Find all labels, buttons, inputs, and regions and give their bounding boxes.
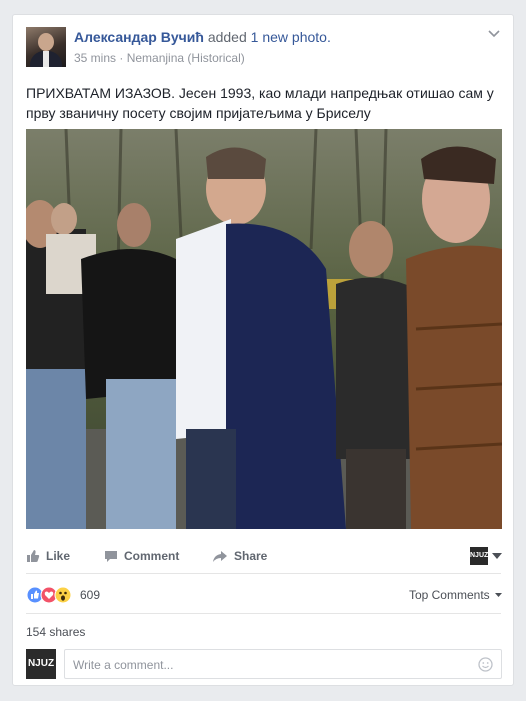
comment-box[interactable]: [64, 649, 502, 679]
wow-reaction-icon: [54, 586, 72, 604]
post-action-text: added: [203, 29, 251, 45]
thumbs-up-icon: [27, 550, 40, 562]
author-name-link[interactable]: Александар Вучић: [74, 29, 204, 45]
post-timestamp[interactable]: 35 mins: [74, 51, 116, 65]
comment-button[interactable]: Comment: [104, 549, 179, 563]
post-title-line: Александар Вучић added 1 new photo.: [74, 29, 331, 45]
post-text: ПРИХВАТАМ ИЗАЗОВ. Јесен 1993, као млади …: [26, 85, 494, 121]
new-photo-link[interactable]: 1 new photo.: [251, 29, 331, 45]
commenter-avatar[interactable]: NJUZ: [26, 649, 56, 679]
like-button[interactable]: Like: [26, 549, 70, 563]
comment-composer: NJUZ: [26, 649, 502, 679]
meta-separator: ·: [116, 51, 127, 65]
top-comments-label: Top Comments: [408, 588, 490, 602]
reaction-count[interactable]: 609: [80, 588, 100, 602]
post-location[interactable]: Nemanjina (Historical): [127, 51, 245, 65]
post-card: Александар Вучић added 1 new photo. 35 m…: [12, 14, 514, 686]
chevron-down-icon[interactable]: [487, 29, 501, 39]
shares-count[interactable]: 154 shares: [26, 625, 85, 639]
comment-icon: [105, 550, 117, 562]
share-button[interactable]: Share: [212, 549, 267, 563]
comment-input[interactable]: [71, 656, 455, 674]
caret-down-icon: [495, 593, 502, 598]
page-identity-selector[interactable]: NJUZ: [470, 547, 502, 565]
share-arrow-icon: [213, 550, 227, 562]
reaction-icons[interactable]: [26, 586, 78, 604]
actions-divider: [26, 573, 501, 574]
emoji-icon[interactable]: [478, 657, 493, 672]
like-label: Like: [46, 549, 71, 563]
page-logo: NJUZ: [470, 547, 488, 565]
post-meta: 35 mins · Nemanjina (Historical): [74, 51, 245, 65]
caret-down-icon: [492, 553, 502, 559]
post-header: Александар Вучић added 1 new photo. 35 m…: [26, 27, 503, 71]
post-actions-bar: Like Comment Share NJUZ: [26, 543, 502, 571]
author-avatar[interactable]: [26, 27, 66, 67]
comment-label: Comment: [124, 549, 180, 563]
reactions-summary: 609 Top Comments: [26, 585, 502, 605]
share-label: Share: [234, 549, 268, 563]
reactions-divider: [26, 613, 501, 614]
top-comments-dropdown[interactable]: Top Comments: [409, 588, 502, 602]
post-photo[interactable]: [26, 129, 502, 529]
